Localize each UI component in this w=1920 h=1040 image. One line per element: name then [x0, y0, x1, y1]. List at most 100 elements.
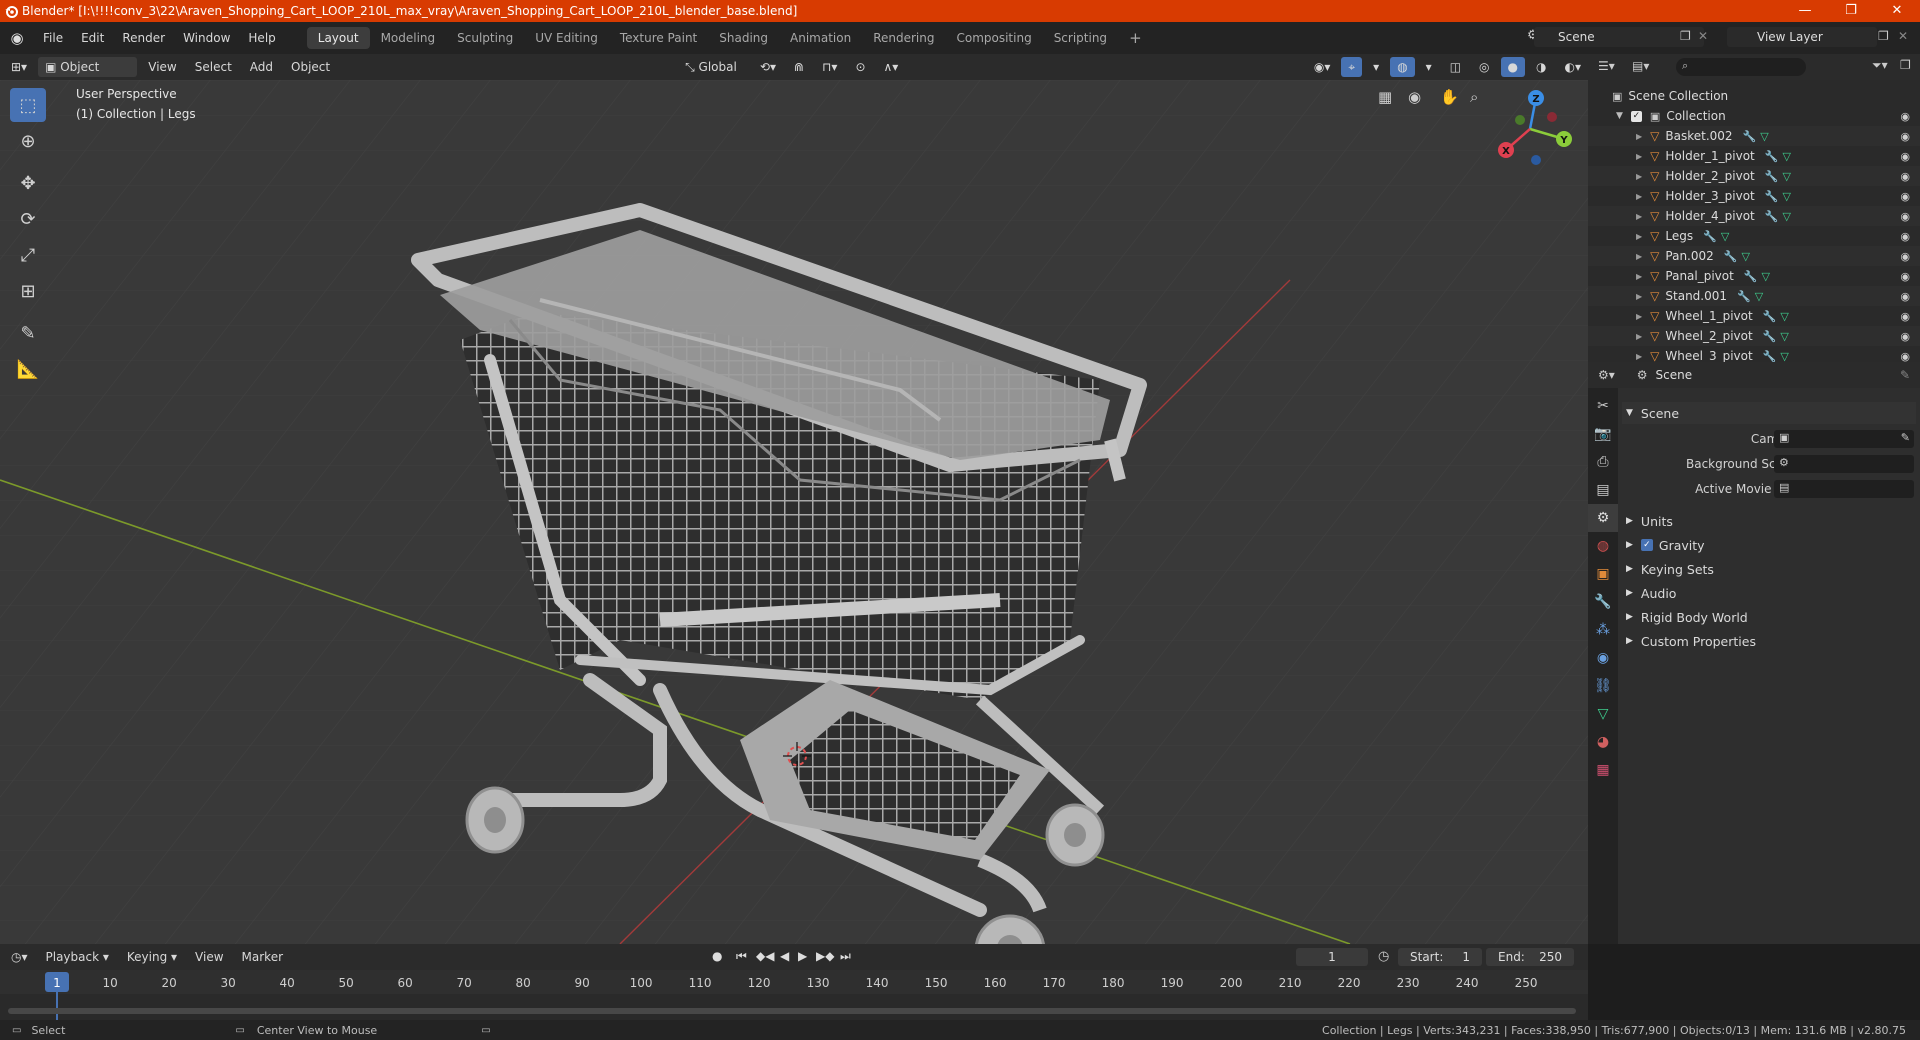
mesh-data-icon[interactable]: ▽	[1782, 210, 1790, 223]
collection-checkbox[interactable]: ✓	[1630, 110, 1642, 122]
eye-icon[interactable]: ◉	[1900, 330, 1910, 343]
gravity-checkbox[interactable]: ✓	[1640, 539, 1653, 551]
eye-icon[interactable]: ◉	[1900, 230, 1910, 243]
expand-arrow-icon[interactable]: ▶	[1636, 332, 1642, 341]
eye-icon[interactable]: ◉	[1900, 350, 1910, 363]
gravity-panel[interactable]: ▶ ✓ Gravity	[1622, 534, 1916, 556]
custom-properties-panel[interactable]: ▶ Custom Properties	[1622, 630, 1916, 652]
eye-icon[interactable]: ◉	[1900, 270, 1910, 283]
tab-shading[interactable]: Shading	[708, 27, 779, 49]
menu-render[interactable]: Render	[113, 22, 174, 54]
scene-panel-header[interactable]: ▼ Scene	[1622, 402, 1916, 424]
modifier-icon[interactable]: 🔧	[1743, 130, 1757, 143]
properties-editor-type-icon[interactable]: ⚙▾	[1598, 368, 1615, 382]
eye-icon[interactable]: ◉	[1900, 130, 1910, 143]
current-frame-field[interactable]: 1	[1296, 948, 1368, 966]
texture-tab-icon[interactable]: ▦	[1588, 756, 1618, 784]
eye-icon[interactable]: ◉	[1900, 150, 1910, 163]
view-layer-tab-icon[interactable]: ▤	[1588, 476, 1618, 504]
tab-layout[interactable]: Layout	[306, 27, 370, 49]
timeline-scrollbar[interactable]	[8, 1008, 1576, 1014]
rigid-body-world-panel[interactable]: ▶ Rigid Body World	[1622, 606, 1916, 628]
add-workspace-button[interactable]: +	[1118, 27, 1153, 49]
eye-icon[interactable]: ◉	[1900, 110, 1910, 123]
outliner-row-object[interactable]: ▶ ▽ Holder_1_pivot 🔧 ▽ ◉	[1588, 146, 1920, 166]
outliner-row-object[interactable]: ▶ ▽ Wheel_2_pivot 🔧 ▽ ◉	[1588, 326, 1920, 346]
scene-selector[interactable]: Scene	[1534, 27, 1704, 47]
jump-end-icon[interactable]: ⏭	[840, 949, 851, 964]
3d-viewport[interactable]: Z Y X ▦ ◉ ✋ ⌕	[0, 80, 1588, 944]
modifier-icon[interactable]: 🔧	[1703, 230, 1717, 243]
outliner-row-object[interactable]: ▶ ▽ Basket.002 🔧 ▽ ◉	[1588, 126, 1920, 146]
record-icon[interactable]: ●	[712, 949, 722, 963]
tab-texture-paint[interactable]: Texture Paint	[609, 27, 708, 49]
expand-arrow-icon[interactable]: ▶	[1636, 232, 1642, 241]
active-movie-clip-field[interactable]: ▤	[1774, 480, 1914, 498]
expand-arrow-icon[interactable]: ▼	[1616, 111, 1623, 121]
outliner-row-scene-collection[interactable]: ▣ Scene Collection	[1588, 86, 1920, 106]
eye-icon[interactable]: ◉	[1900, 310, 1910, 323]
rendered-shading-icon[interactable]: ◐▾	[1558, 57, 1589, 77]
menu-file[interactable]: File	[34, 22, 72, 54]
background-scene-field[interactable]: ⚙	[1774, 455, 1914, 473]
stopwatch-icon[interactable]: ◷	[1378, 949, 1389, 964]
modifier-icon[interactable]: 🔧	[1765, 170, 1779, 183]
expand-arrow-icon[interactable]: ▶	[1636, 292, 1642, 301]
jump-start-icon[interactable]: ⏮	[736, 949, 747, 964]
mesh-data-icon[interactable]: ▽	[1782, 170, 1790, 183]
mesh-data-icon[interactable]: ▽	[1755, 290, 1763, 303]
constraints-tab-icon[interactable]: ⛓	[1588, 672, 1618, 700]
mesh-data-icon[interactable]: ▽	[1721, 230, 1729, 243]
expand-arrow-icon[interactable]: ▶	[1636, 192, 1642, 201]
physics-tab-icon[interactable]: ◉	[1588, 644, 1618, 672]
gizmo-toggle-icon[interactable]: ⌖	[1341, 57, 1363, 77]
expand-arrow-icon[interactable]: ▶	[1636, 132, 1642, 141]
menu-view[interactable]: View	[141, 57, 183, 77]
tab-compositing[interactable]: Compositing	[945, 27, 1042, 49]
transform-tool-icon[interactable]: ⊞	[10, 274, 46, 308]
mesh-data-icon[interactable]: ▽	[1780, 350, 1788, 363]
menu-keying[interactable]: Keying ▾	[120, 947, 184, 967]
modifier-tab-icon[interactable]: 🔧	[1588, 588, 1618, 616]
move-tool-icon[interactable]: ✥	[10, 166, 46, 200]
tab-sculpting[interactable]: Sculpting	[446, 27, 524, 49]
minimize-button[interactable]: —	[1782, 0, 1828, 22]
visibility-icon[interactable]: ◉▾	[1307, 57, 1338, 77]
modifier-icon[interactable]: 🔧	[1744, 270, 1758, 283]
pan-view-icon[interactable]: ✋	[1440, 88, 1459, 106]
eye-icon[interactable]: ◉	[1900, 210, 1910, 223]
overlays-dropdown-icon[interactable]: ▾	[1419, 57, 1439, 77]
view-layer-selector[interactable]: View Layer	[1727, 27, 1877, 47]
menu-timeline-view[interactable]: View	[188, 947, 230, 967]
mesh-data-icon[interactable]: ▽	[1782, 150, 1790, 163]
expand-arrow-icon[interactable]: ▶	[1636, 352, 1642, 361]
start-frame-field[interactable]: Start: 1	[1398, 948, 1482, 966]
expand-arrow-icon[interactable]: ▶	[1636, 312, 1642, 321]
modifier-icon[interactable]: 🔧	[1737, 290, 1751, 303]
camera-field[interactable]: ▣ ✎	[1774, 430, 1914, 448]
render-tab-icon[interactable]: 📷	[1588, 420, 1618, 448]
xray-icon[interactable]: ◫	[1443, 57, 1468, 77]
modifier-icon[interactable]: 🔧	[1765, 150, 1779, 163]
mesh-data-icon[interactable]: ▽	[1762, 270, 1770, 283]
modifier-icon[interactable]: 🔧	[1763, 350, 1777, 363]
proportional-edit-icon[interactable]: ⊙	[848, 57, 872, 77]
material-tab-icon[interactable]: ◕	[1588, 728, 1618, 756]
object-mode-dropdown[interactable]: ▣ Object Mode ▾	[38, 57, 138, 94]
new-view-layer-icon[interactable]: ❐	[1878, 29, 1889, 43]
pin-icon[interactable]: ✎	[1900, 368, 1910, 382]
maximize-button[interactable]: ❐	[1828, 0, 1874, 22]
jump-keyframe-forward-icon[interactable]: ▶◆	[816, 949, 834, 963]
outliner-row-object[interactable]: ▶ ▽ Panal_pivot 🔧 ▽ ◉	[1588, 266, 1920, 286]
menu-add[interactable]: Add	[243, 57, 280, 77]
object-tab-icon[interactable]: ▣	[1588, 560, 1618, 588]
outliner-row-object[interactable]: ▶ ▽ Legs 🔧 ▽ ◉	[1588, 226, 1920, 246]
menu-playback[interactable]: Playback ▾	[39, 947, 116, 967]
scale-tool-icon[interactable]: ⤢	[10, 238, 46, 272]
mesh-data-icon[interactable]: ▽	[1760, 130, 1768, 143]
rotate-tool-icon[interactable]: ⟳	[10, 202, 46, 236]
transform-orientation-dropdown[interactable]: ⤡ Global ▾	[678, 57, 749, 94]
expand-arrow-icon[interactable]: ▶	[1636, 272, 1642, 281]
modifier-icon[interactable]: 🔧	[1765, 190, 1779, 203]
modifier-icon[interactable]: 🔧	[1765, 210, 1779, 223]
